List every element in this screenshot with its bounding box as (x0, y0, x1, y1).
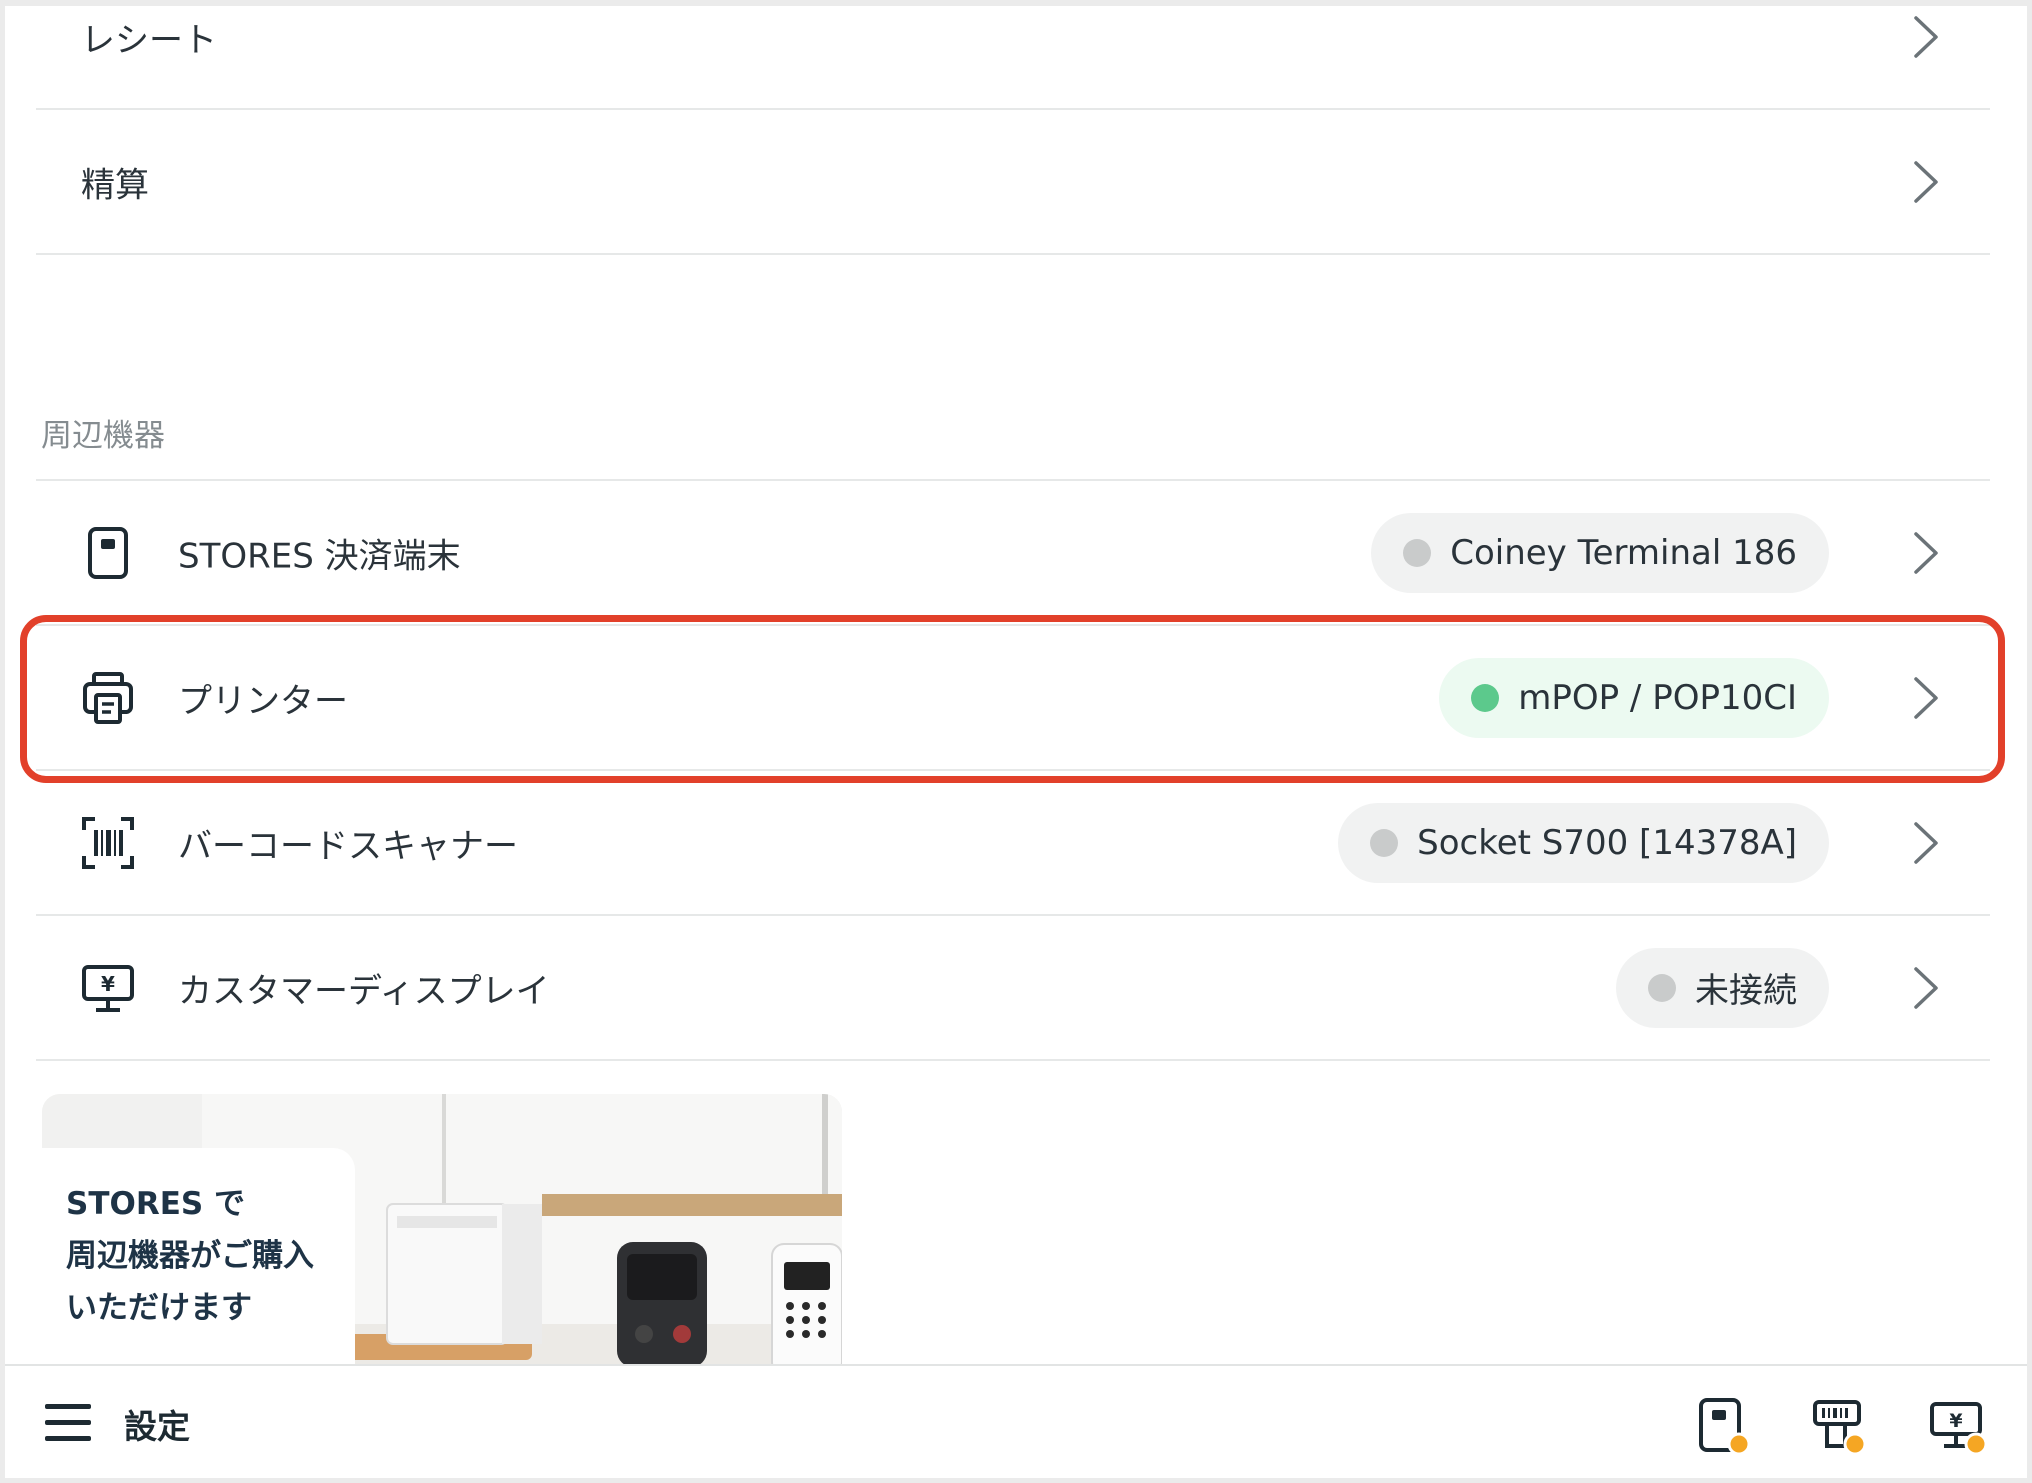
barcode-scanner-icon (82, 816, 134, 869)
peripheral-row-customer-display[interactable]: ¥ カスタマーディスプレイ 未接続 (36, 916, 1990, 1061)
app-window: レシート 精算 周辺機器 STORES 決済端末 Coiney Terminal… (0, 0, 2032, 1483)
status-dot (1648, 973, 1676, 1002)
status-dot (1403, 538, 1432, 567)
printer-icon (83, 671, 133, 724)
chevron-right-icon (1914, 676, 1938, 719)
status-dot (1370, 828, 1399, 857)
banner-headline: STORES で 周辺機器がご購入 いただけます (66, 1186, 314, 1326)
settings-row-receipt[interactable]: レシート (36, 6, 1990, 110)
chevron-right-icon (1914, 966, 1938, 1009)
payment-terminal-icon (88, 526, 128, 579)
peripheral-row-printer[interactable]: プリンター mPOP / POP10CI (36, 626, 1990, 771)
peripheral-label: カスタマーディスプレイ (178, 971, 550, 1011)
peripheral-row-barcode-scanner[interactable]: バーコードスキャナー Socket S700 [14378A] (36, 771, 1990, 916)
device-name: 未接続 (1695, 971, 1797, 1011)
promo-banner[interactable]: STORES で 周辺機器がご購入 いただけます (42, 1094, 842, 1364)
settings-row-settlement[interactable]: 精算 (36, 110, 1990, 255)
connection-status-pill: Coiney Terminal 186 (1371, 512, 1829, 593)
settlement-label: 精算 (81, 165, 149, 205)
connection-status-pill: 未接続 (1616, 947, 1829, 1028)
status-dot (1471, 683, 1500, 712)
payment-terminal-status-icon[interactable] (1695, 1396, 1755, 1456)
connection-status-pill: mPOP / POP10CI (1439, 657, 1829, 738)
svg-text:¥: ¥ (101, 972, 115, 996)
bottom-toolbar: 設定 ¥ (5, 1364, 2027, 1478)
customer-display-icon: ¥ (82, 964, 134, 1012)
connection-status-pill: Socket S700 [14378A] (1338, 802, 1829, 883)
chevron-right-icon (1914, 160, 1938, 203)
chevron-right-icon (1914, 15, 1938, 58)
customer-display-status-icon[interactable]: ¥ (1929, 1396, 1989, 1456)
hamburger-menu-icon[interactable] (45, 1402, 91, 1444)
settings-scroll-area[interactable]: レシート 精算 周辺機器 STORES 決済端末 Coiney Terminal… (5, 6, 2027, 1364)
svg-text:¥: ¥ (1949, 1410, 1962, 1432)
printer-status-icon[interactable] (1811, 1396, 1871, 1456)
device-name: Coiney Terminal 186 (1450, 532, 1797, 573)
page-title: 設定 (124, 1407, 190, 1446)
peripherals-section-title: 周辺機器 (41, 418, 165, 454)
device-name: Socket S700 [14378A] (1417, 822, 1797, 863)
receipt-label: レシート (81, 20, 217, 60)
peripheral-label: STORES 決済端末 (178, 536, 461, 576)
chevron-right-icon (1914, 821, 1938, 864)
device-name: mPOP / POP10CI (1518, 677, 1797, 718)
chevron-right-icon (1914, 531, 1938, 574)
peripheral-label: バーコードスキャナー (178, 826, 518, 866)
peripheral-row-payment-terminal[interactable]: STORES 決済端末 Coiney Terminal 186 (36, 481, 1990, 626)
peripheral-label: プリンター (178, 681, 348, 721)
